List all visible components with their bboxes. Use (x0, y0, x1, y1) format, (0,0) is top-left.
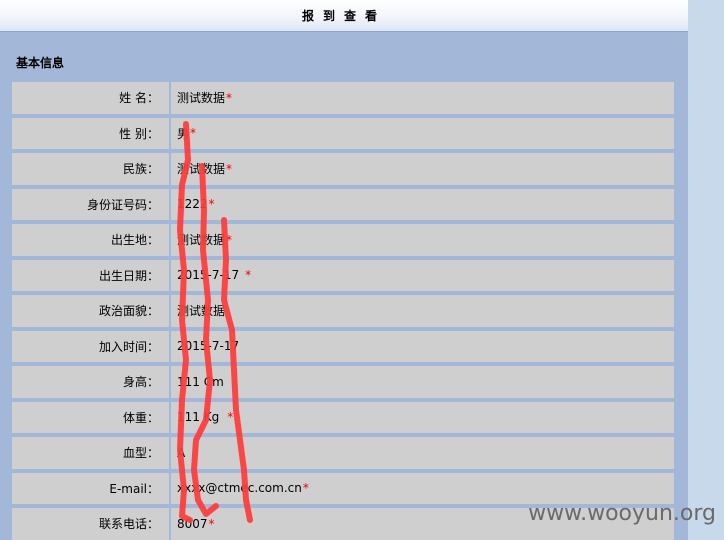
required-mark: * (208, 197, 215, 212)
field-value: A (177, 445, 186, 460)
required-mark: * (226, 161, 233, 176)
field-label: 出生地： (10, 222, 170, 258)
field-value: 111 Kg (177, 410, 220, 425)
form-row: 出生日期： 2015-7-17 * (10, 257, 676, 293)
field-value-cell: 测试数据 * (170, 222, 676, 258)
required-mark: * (190, 126, 197, 141)
field-label: 姓 名： (10, 80, 170, 116)
field-value-cell: 1222 * (170, 186, 676, 222)
required-mark: * (302, 481, 309, 496)
field-value-cell: 测试数据 (170, 293, 676, 329)
field-label: 体重： (10, 399, 170, 435)
field-value-cell: 111 Cm (170, 364, 676, 400)
form-row: 性 别： 男 * (10, 115, 676, 151)
field-value-cell: 111 Kg * (170, 399, 676, 435)
field-value: 1222 (177, 197, 208, 212)
form-row: 体重： 111 Kg * (10, 399, 676, 435)
field-label: 民族： (10, 151, 170, 187)
field-value: xxxx@ctmec.com.cn (177, 481, 302, 496)
field-value: 2015-7-17 (177, 339, 240, 354)
field-value: 测试数据 (177, 162, 226, 177)
field-label: 身高： (10, 364, 170, 400)
field-value: 2015-7-17 (177, 268, 240, 283)
form-row: 民族： 测试数据 * (10, 151, 676, 187)
field-label: 出生日期： (10, 257, 170, 293)
field-label: 血型： (10, 435, 170, 471)
form-row: 加入时间： 2015-7-17 (10, 328, 676, 364)
form-panel: 报到查看 基本信息 姓 名： 测试数据 * 性 别： 男 * 民族： 测试数据 * 身… (0, 0, 688, 540)
page-title: 报到查看 (0, 0, 688, 32)
field-value: 111 Cm (177, 374, 224, 389)
field-value-cell: 2015-7-17 (170, 328, 676, 364)
field-label: E-mail： (10, 470, 170, 506)
field-value: 男 (177, 126, 190, 141)
form-row: 政治面貌： 测试数据 (10, 293, 676, 329)
field-value: 测试数据 (177, 91, 226, 106)
field-value-cell: 测试数据 * (170, 80, 676, 116)
field-label: 加入时间： (10, 328, 170, 364)
info-form: 姓 名： 测试数据 * 性 别： 男 * 民族： 测试数据 * 身份证号码： 1222… (10, 80, 676, 540)
field-value-cell: A (170, 435, 676, 471)
page-margin (688, 0, 724, 540)
required-mark: * (227, 410, 234, 425)
field-label: 联系电话： (10, 506, 170, 540)
field-label: 政治面貌： (10, 293, 170, 329)
required-mark: * (208, 516, 215, 531)
field-value-cell: 2015-7-17 * (170, 257, 676, 293)
form-row: 身高： 111 Cm (10, 364, 676, 400)
form-row: 出生地： 测试数据 * (10, 222, 676, 258)
field-value: 8007 (177, 516, 208, 531)
watermark: www.wooyun.org (528, 501, 716, 526)
required-mark: * (226, 232, 233, 247)
form-row: 血型： A (10, 435, 676, 471)
field-value-cell: 男 * (170, 115, 676, 151)
section-title: 基本信息 (16, 56, 65, 70)
field-value-cell: 测试数据 * (170, 151, 676, 187)
required-mark: * (226, 90, 233, 105)
field-label: 身份证号码： (10, 186, 170, 222)
required-mark: * (245, 268, 252, 283)
field-value: 测试数据 (177, 304, 226, 319)
form-row: 身份证号码： 1222 * (10, 186, 676, 222)
field-value: 测试数据 (177, 233, 226, 248)
field-label: 性 别： (10, 115, 170, 151)
form-row: 姓 名： 测试数据 * (10, 80, 676, 116)
